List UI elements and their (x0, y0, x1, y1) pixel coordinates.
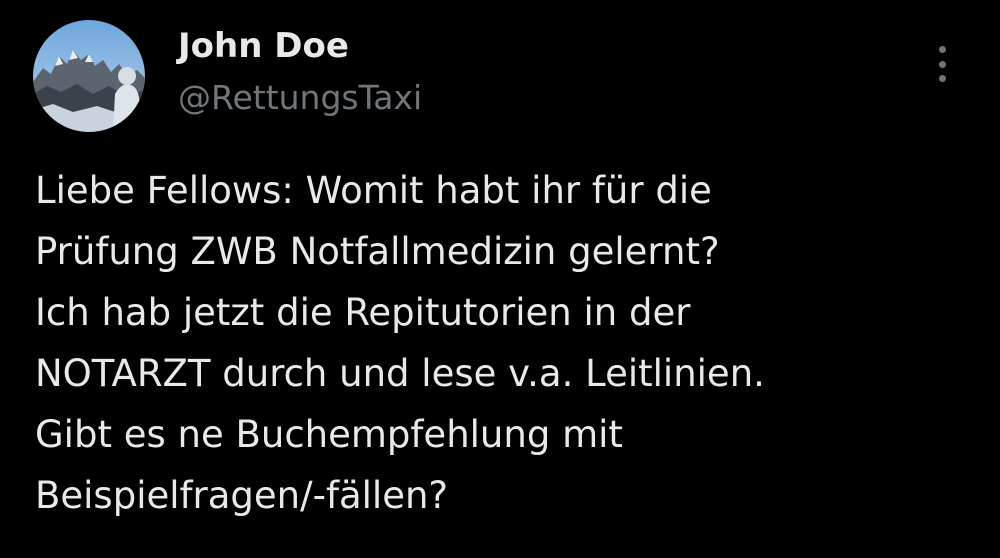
more-options-button[interactable] (926, 40, 958, 88)
tweet-text-line: Prüfung ZWB Notfallmedizin gelernt? (35, 230, 720, 273)
tweet-card: John Doe @RettungsTaxi Liebe Fellows: Wo… (0, 0, 1000, 558)
tweet-text: Liebe Fellows: Womit habt ihr für die Pr… (35, 160, 975, 526)
more-vertical-icon-dot (938, 75, 946, 82)
mountain-landscape-avatar-icon (33, 20, 145, 132)
more-vertical-icon-dot (938, 60, 946, 68)
more-vertical-icon (938, 46, 946, 53)
author-handle[interactable]: @RettungsTaxi (178, 78, 422, 118)
author-display-name[interactable]: John Doe (178, 26, 349, 66)
tweet-text-line: Beispielfragen/-fällen? (35, 474, 449, 517)
tweet-text-line: NOTARZT durch und lese v.a. Leitlinien. (35, 352, 765, 395)
avatar[interactable] (33, 20, 145, 132)
tweet-text-line: Gibt es ne Buchempfehlung mit (35, 413, 623, 456)
tweet-text-line: Ich hab jetzt die Repitutorien in der (35, 291, 691, 334)
tweet-text-line: Liebe Fellows: Womit habt ihr für die (35, 169, 712, 212)
